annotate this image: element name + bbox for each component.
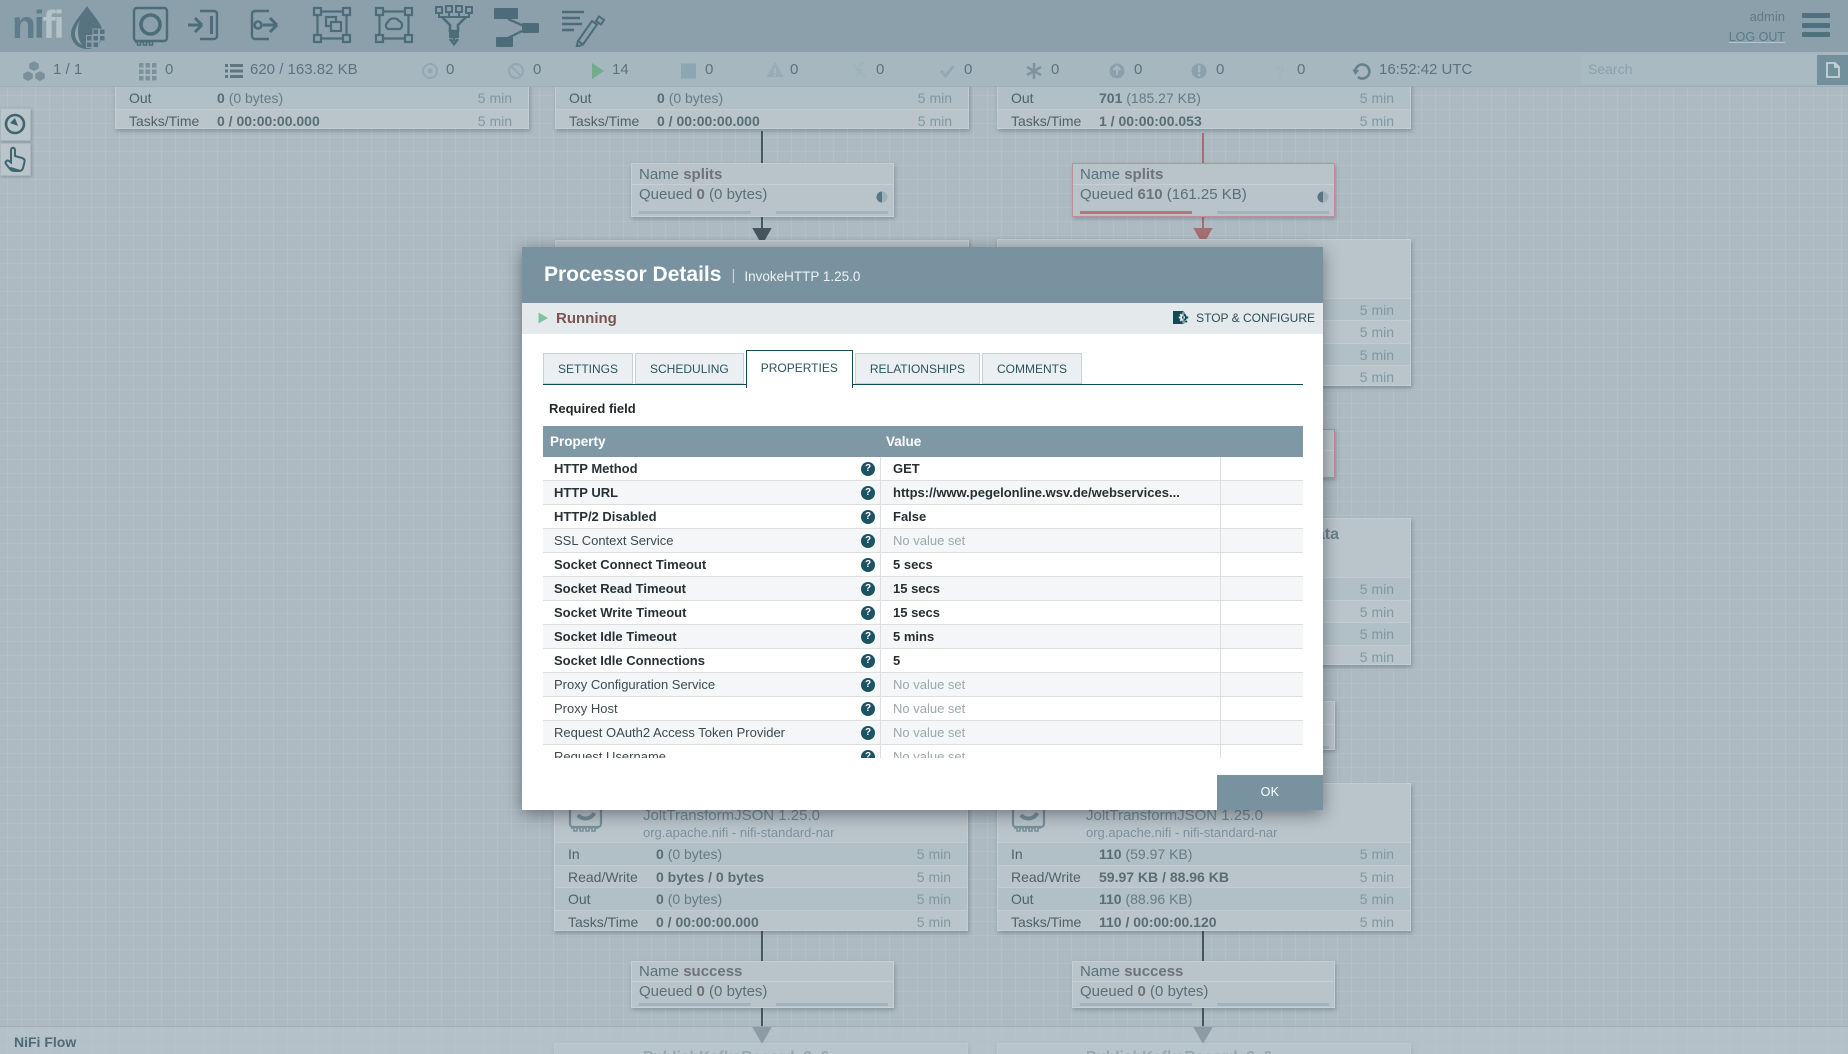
- svg-text:?: ?: [1275, 63, 1285, 82]
